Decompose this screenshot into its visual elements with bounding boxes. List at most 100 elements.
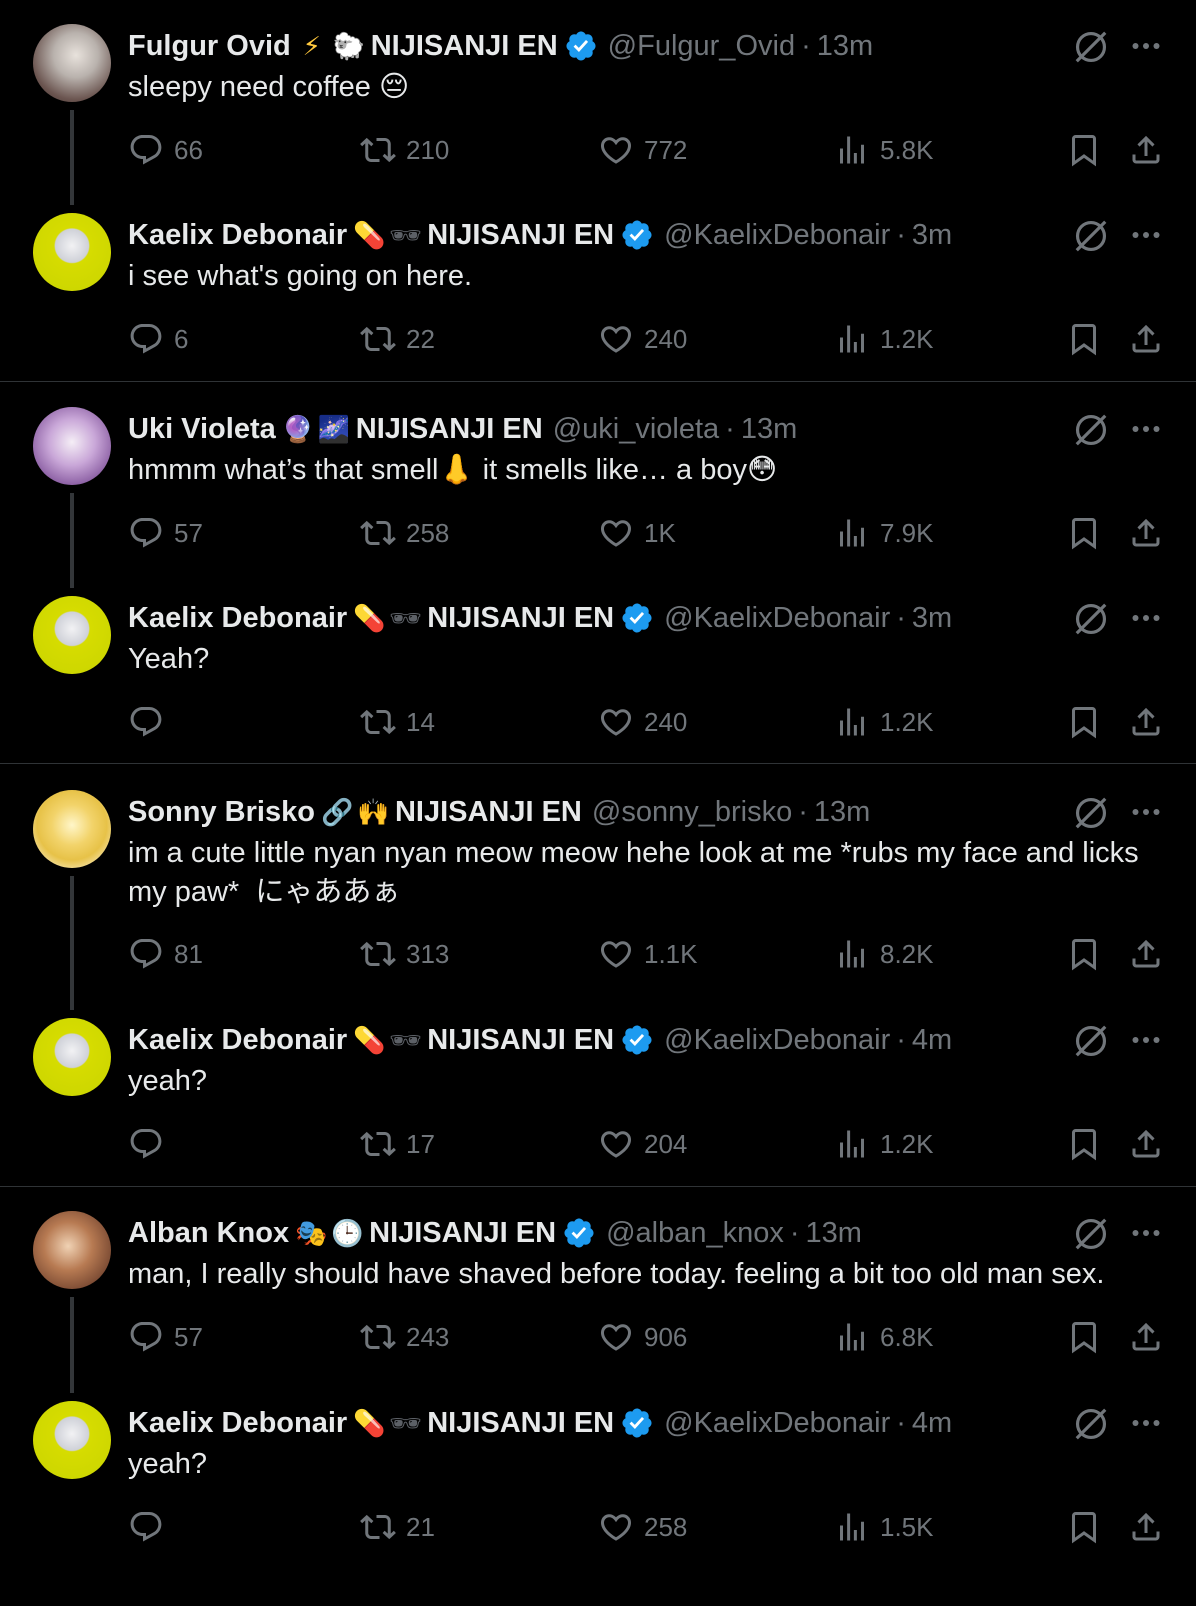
bookmark-button[interactable]: [1066, 130, 1102, 170]
affiliation-label[interactable]: NIJISANJI EN: [427, 602, 614, 635]
views-button[interactable]: 1.2K: [834, 702, 934, 742]
avatar[interactable]: [33, 596, 111, 674]
affiliation-label[interactable]: NIJISANJI EN: [356, 413, 543, 446]
avatar[interactable]: [33, 1211, 111, 1289]
grok-icon[interactable]: [1072, 28, 1110, 66]
like-button[interactable]: 1K: [598, 513, 676, 553]
avatar[interactable]: [33, 407, 111, 485]
grok-icon[interactable]: [1072, 600, 1110, 638]
more-options-icon[interactable]: [1128, 1215, 1164, 1251]
reply-button[interactable]: 57: [128, 513, 203, 553]
author-name[interactable]: Kaelix Debonair: [128, 219, 347, 252]
author-name[interactable]: Kaelix Debonair: [128, 602, 347, 635]
views-button[interactable]: 8.2K: [834, 934, 934, 974]
author-handle[interactable]: @KaelixDebonair: [664, 1407, 890, 1440]
tweet-timestamp[interactable]: 4m: [912, 1407, 952, 1440]
affiliation-label[interactable]: NIJISANJI EN: [369, 1217, 556, 1250]
tweet-timestamp[interactable]: 13m: [817, 30, 873, 63]
share-button[interactable]: [1128, 702, 1164, 742]
repost-button[interactable]: 22: [360, 319, 435, 359]
tweet-timestamp[interactable]: 13m: [814, 796, 870, 829]
bookmark-button[interactable]: [1066, 1507, 1102, 1547]
repost-button[interactable]: 21: [360, 1507, 435, 1547]
author-name[interactable]: Kaelix Debonair: [128, 1407, 347, 1440]
repost-button[interactable]: 14: [360, 702, 435, 742]
author-handle[interactable]: @uki_violeta: [553, 413, 719, 446]
author-name[interactable]: Uki Violeta: [128, 413, 276, 446]
author-handle[interactable]: @alban_knox: [606, 1217, 784, 1250]
reply-button[interactable]: 57: [128, 1317, 203, 1357]
views-button[interactable]: 5.8K: [834, 130, 934, 170]
reply-button[interactable]: [128, 1507, 174, 1547]
share-button[interactable]: [1128, 513, 1164, 553]
reply-button[interactable]: [128, 1124, 174, 1164]
author-name[interactable]: Sonny Brisko: [128, 796, 315, 829]
author-name[interactable]: Kaelix Debonair: [128, 1024, 347, 1057]
bookmark-button[interactable]: [1066, 702, 1102, 742]
grok-icon[interactable]: [1072, 1405, 1110, 1443]
grok-icon[interactable]: [1072, 217, 1110, 255]
bookmark-button[interactable]: [1066, 934, 1102, 974]
tweet-timestamp[interactable]: 4m: [912, 1024, 952, 1057]
more-options-icon[interactable]: [1128, 28, 1164, 64]
bookmark-button[interactable]: [1066, 1317, 1102, 1357]
repost-button[interactable]: 243: [360, 1317, 449, 1357]
share-button[interactable]: [1128, 1507, 1164, 1547]
author-handle[interactable]: @sonny_brisko: [592, 796, 792, 829]
author-handle[interactable]: @KaelixDebonair: [664, 219, 890, 252]
more-options-icon[interactable]: [1128, 794, 1164, 830]
grok-icon[interactable]: [1072, 1215, 1110, 1253]
views-button[interactable]: 6.8K: [834, 1317, 934, 1357]
share-button[interactable]: [1128, 1317, 1164, 1357]
reply-button[interactable]: 6: [128, 319, 188, 359]
views-button[interactable]: 1.2K: [834, 1124, 934, 1164]
like-button[interactable]: 258: [598, 1507, 687, 1547]
affiliation-label[interactable]: NIJISANJI EN: [371, 30, 558, 63]
repost-button[interactable]: 17: [360, 1124, 435, 1164]
author-handle[interactable]: @Fulgur_Ovid: [608, 30, 795, 63]
grok-icon[interactable]: [1072, 1022, 1110, 1060]
like-button[interactable]: 772: [598, 130, 687, 170]
share-button[interactable]: [1128, 934, 1164, 974]
repost-button[interactable]: 313: [360, 934, 449, 974]
like-button[interactable]: 240: [598, 702, 687, 742]
tweet-timestamp[interactable]: 13m: [741, 413, 797, 446]
author-name[interactable]: Alban Knox: [128, 1217, 289, 1250]
affiliation-label[interactable]: NIJISANJI EN: [427, 219, 614, 252]
affiliation-label[interactable]: NIJISANJI EN: [427, 1407, 614, 1440]
avatar[interactable]: [33, 1018, 111, 1096]
repost-button[interactable]: 258: [360, 513, 449, 553]
tweet-timestamp[interactable]: 3m: [912, 602, 952, 635]
bookmark-button[interactable]: [1066, 513, 1102, 553]
reply-button[interactable]: [128, 702, 174, 742]
share-button[interactable]: [1128, 319, 1164, 359]
share-button[interactable]: [1128, 130, 1164, 170]
like-button[interactable]: 240: [598, 319, 687, 359]
share-button[interactable]: [1128, 1124, 1164, 1164]
more-options-icon[interactable]: [1128, 1022, 1164, 1058]
more-options-icon[interactable]: [1128, 411, 1164, 447]
views-button[interactable]: 1.5K: [834, 1507, 934, 1547]
author-name[interactable]: Fulgur Ovid: [128, 30, 291, 63]
reply-button[interactable]: 81: [128, 934, 203, 974]
affiliation-label[interactable]: NIJISANJI EN: [427, 1024, 614, 1057]
more-options-icon[interactable]: [1128, 1405, 1164, 1441]
repost-button[interactable]: 210: [360, 130, 449, 170]
avatar[interactable]: [33, 1401, 111, 1479]
avatar[interactable]: [33, 213, 111, 291]
avatar[interactable]: [33, 24, 111, 102]
avatar[interactable]: [33, 790, 111, 868]
views-button[interactable]: 1.2K: [834, 319, 934, 359]
like-button[interactable]: 1.1K: [598, 934, 698, 974]
grok-icon[interactable]: [1072, 794, 1110, 832]
bookmark-button[interactable]: [1066, 319, 1102, 359]
author-handle[interactable]: @KaelixDebonair: [664, 602, 890, 635]
more-options-icon[interactable]: [1128, 600, 1164, 636]
author-handle[interactable]: @KaelixDebonair: [664, 1024, 890, 1057]
grok-icon[interactable]: [1072, 411, 1110, 449]
views-button[interactable]: 7.9K: [834, 513, 934, 553]
like-button[interactable]: 204: [598, 1124, 687, 1164]
affiliation-label[interactable]: NIJISANJI EN: [395, 796, 582, 829]
tweet-timestamp[interactable]: 13m: [806, 1217, 862, 1250]
tweet-timestamp[interactable]: 3m: [912, 219, 952, 252]
